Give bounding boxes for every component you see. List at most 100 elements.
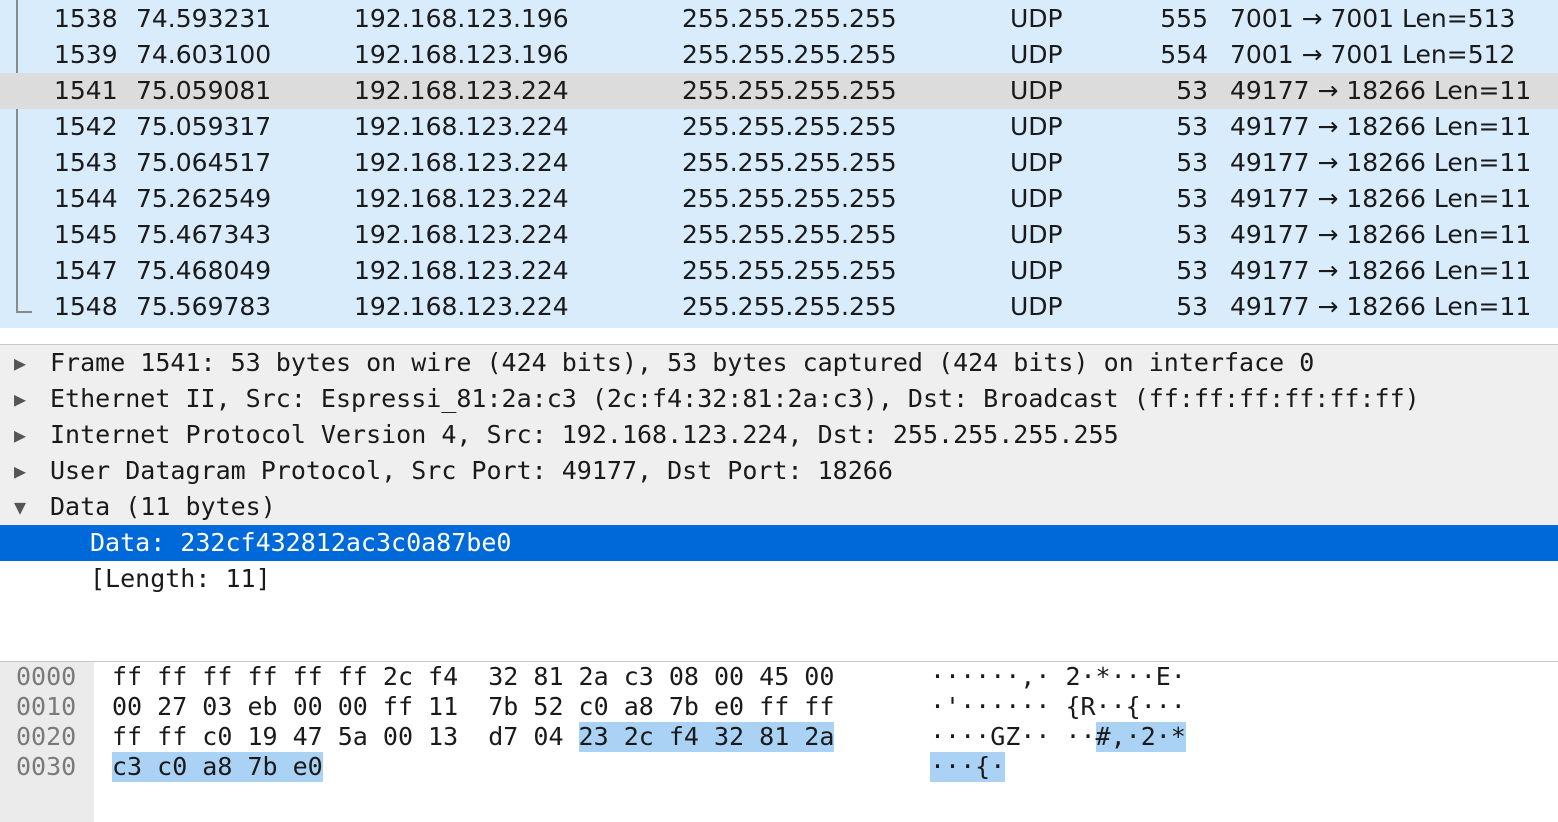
hex-byte[interactable]: ff: [157, 722, 187, 752]
ascii-char[interactable]: ·: [1156, 692, 1171, 722]
ascii-char[interactable]: ·: [945, 662, 960, 692]
ascii-char[interactable]: #: [1095, 722, 1111, 752]
hex-byte[interactable]: 03: [202, 692, 232, 722]
ascii-char[interactable]: ·: [1081, 722, 1096, 752]
hex-byte[interactable]: eb: [247, 692, 277, 722]
packet-row[interactable]: 1548 75.569783 192.168.123.224 255.255.255.…: [0, 289, 1558, 325]
ascii-char[interactable]: ·: [1081, 662, 1096, 692]
ascii-char[interactable]: ·: [1035, 662, 1050, 692]
hex-byte[interactable]: ff: [338, 662, 368, 692]
ascii-char[interactable]: ·: [930, 722, 945, 752]
ascii-char[interactable]: Z: [1005, 722, 1020, 752]
ascii-char[interactable]: G: [990, 722, 1005, 752]
hex-byte[interactable]: 47: [293, 722, 323, 752]
hex-byte[interactable]: 04: [533, 722, 563, 752]
hex-byte[interactable]: ff: [112, 722, 142, 752]
ascii-char[interactable]: ·: [1125, 722, 1141, 752]
hex-byte[interactable]: c0: [202, 722, 232, 752]
detail-row[interactable]: ▼ Data (11 bytes): [0, 489, 1558, 525]
ascii-char[interactable]: ·: [930, 692, 945, 722]
ascii-char[interactable]: ·: [1005, 692, 1020, 722]
ascii-char[interactable]: *: [1170, 722, 1186, 752]
detail-row[interactable]: ▶ User Datagram Protocol, Src Port: 49177…: [0, 453, 1558, 489]
ascii-char[interactable]: ·: [1171, 692, 1186, 722]
hex-byte[interactable]: 00: [338, 692, 368, 722]
ascii-char[interactable]: ·: [1096, 692, 1111, 722]
hex-byte[interactable]: 23: [578, 722, 624, 752]
hex-byte[interactable]: ff: [112, 662, 142, 692]
ascii-char[interactable]: {: [1065, 692, 1080, 722]
triangle-right-icon[interactable]: ▶: [14, 381, 26, 417]
hex-byte[interactable]: 7b: [669, 692, 699, 722]
triangle-down-icon[interactable]: ▼: [14, 489, 26, 525]
ascii-char[interactable]: ·: [1065, 722, 1080, 752]
hex-byte[interactable]: a8: [624, 692, 654, 722]
hex-byte[interactable]: c0: [157, 752, 203, 782]
ascii-char[interactable]: {: [1126, 692, 1141, 722]
hex-byte[interactable]: 11: [428, 692, 458, 722]
hex-byte[interactable]: 2c: [383, 662, 413, 692]
triangle-right-icon[interactable]: ▶: [14, 417, 26, 453]
ascii-char[interactable]: ,: [1020, 662, 1035, 692]
ascii-char[interactable]: ·: [990, 692, 1005, 722]
hex-byte[interactable]: 5a: [338, 722, 368, 752]
ascii-char[interactable]: 2: [1065, 662, 1080, 692]
hex-byte[interactable]: 08: [669, 662, 699, 692]
ascii-char[interactable]: ·: [1141, 692, 1156, 722]
ascii-char[interactable]: ·: [1020, 692, 1035, 722]
detail-row[interactable]: ▶ Ethernet II, Src: Espressi_81:2a:c3 (2c…: [0, 381, 1558, 417]
hex-byte[interactable]: c0: [579, 692, 609, 722]
packet-row[interactable]: 1539 74.603100 192.168.123.196 255.255.255.…: [0, 37, 1558, 73]
hex-byte[interactable]: f4: [668, 722, 714, 752]
hex-byte[interactable]: 2c: [623, 722, 669, 752]
pane-splitter-bottom[interactable]: [0, 645, 1558, 662]
ascii-char[interactable]: ,: [1110, 722, 1126, 752]
ascii-char[interactable]: ·: [1141, 662, 1156, 692]
ascii-char[interactable]: ·: [1155, 722, 1171, 752]
ascii-char[interactable]: ·: [930, 752, 946, 782]
hex-byte[interactable]: 00: [804, 662, 834, 692]
hex-byte[interactable]: d7: [488, 722, 518, 752]
hex-byte[interactable]: e0: [292, 752, 323, 782]
hex-byte[interactable]: 00: [112, 692, 142, 722]
hex-byte[interactable]: 7b: [247, 752, 293, 782]
ascii-char[interactable]: ·: [960, 692, 975, 722]
ascii-char[interactable]: ': [945, 692, 960, 722]
ascii-char[interactable]: ·: [1035, 722, 1050, 752]
hex-byte[interactable]: ff: [759, 692, 789, 722]
ascii-char[interactable]: ·: [990, 752, 1006, 782]
ascii-char[interactable]: ·: [945, 752, 961, 782]
hex-byte[interactable]: ff: [157, 662, 187, 692]
hex-byte[interactable]: a8: [202, 752, 248, 782]
hex-byte[interactable]: 19: [247, 722, 277, 752]
packet-row[interactable]: 1544 75.262549 192.168.123.224 255.255.255.…: [0, 181, 1558, 217]
ascii-char[interactable]: ·: [975, 662, 990, 692]
ascii-char[interactable]: ·: [1020, 722, 1035, 752]
hex-byte[interactable]: f4: [428, 662, 458, 692]
hex-byte[interactable]: 00: [383, 722, 413, 752]
ascii-char[interactable]: ·: [1171, 662, 1186, 692]
triangle-right-icon[interactable]: ▶: [14, 345, 26, 381]
ascii-char[interactable]: ·: [1126, 662, 1141, 692]
hex-byte[interactable]: ff: [383, 692, 413, 722]
ascii-char[interactable]: ·: [1005, 662, 1020, 692]
ascii-char[interactable]: R: [1081, 692, 1096, 722]
ascii-char[interactable]: ·: [1111, 692, 1126, 722]
ascii-char[interactable]: ·: [975, 722, 990, 752]
hex-byte[interactable]: ff: [202, 662, 232, 692]
hex-byte[interactable]: ff: [293, 662, 323, 692]
hex-byte[interactable]: 52: [533, 692, 563, 722]
hex-byte[interactable]: 2a: [804, 722, 835, 752]
hex-byte[interactable]: 00: [714, 662, 744, 692]
pane-splitter-top[interactable]: [0, 328, 1558, 345]
hex-byte[interactable]: 81: [533, 662, 563, 692]
ascii-char[interactable]: {: [975, 752, 991, 782]
hex-byte[interactable]: c3: [624, 662, 654, 692]
triangle-right-icon[interactable]: ▶: [14, 453, 26, 489]
hex-byte[interactable]: c3: [112, 752, 158, 782]
hex-byte[interactable]: 2a: [579, 662, 609, 692]
ascii-char[interactable]: ·: [1035, 692, 1050, 722]
packet-row[interactable]: 1543 75.064517 192.168.123.224 255.255.255.…: [0, 145, 1558, 181]
hex-byte[interactable]: ff: [804, 692, 834, 722]
ascii-char[interactable]: E: [1156, 662, 1171, 692]
